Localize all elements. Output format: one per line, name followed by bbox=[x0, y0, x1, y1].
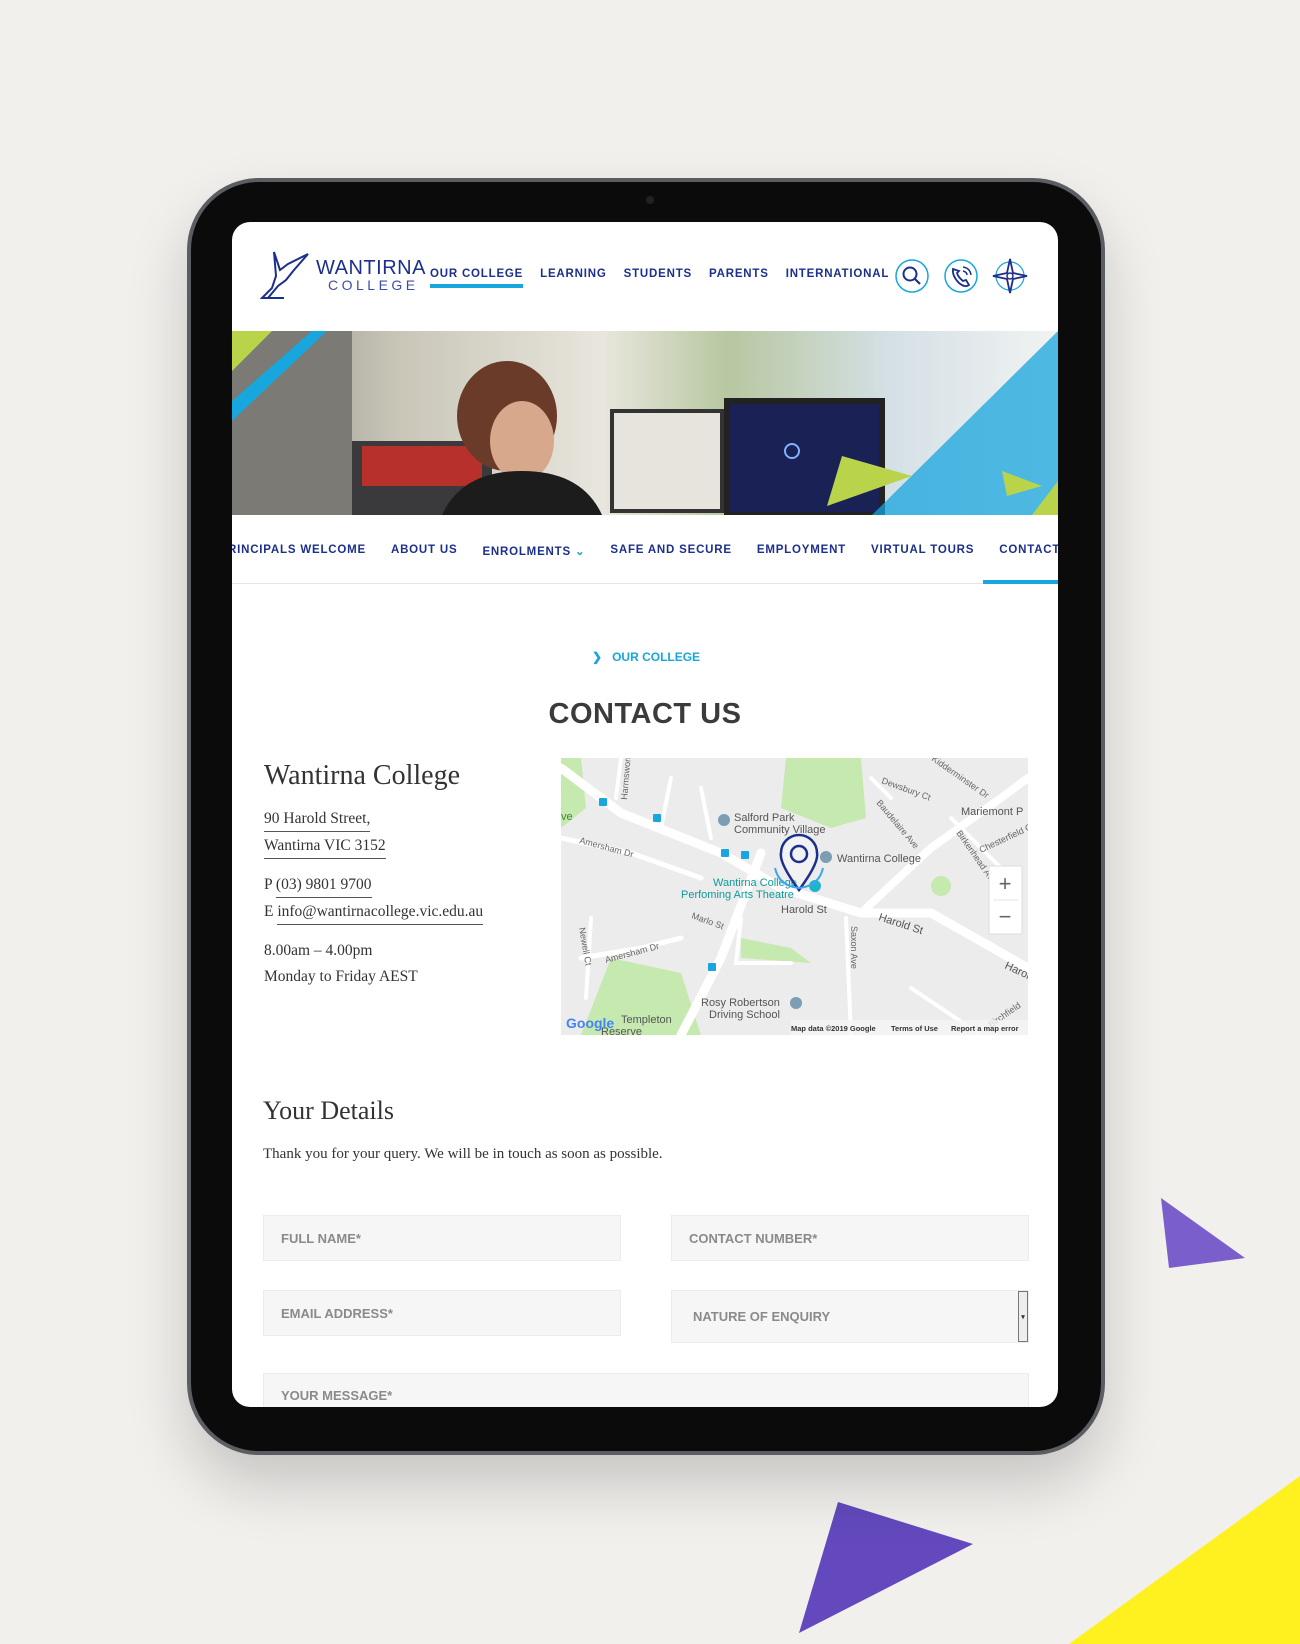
form-heading: Your Details bbox=[263, 1096, 394, 1125]
hero-image bbox=[232, 331, 1058, 515]
map-label-mariemont: Mariemont P bbox=[961, 806, 1023, 818]
location-marker-icon bbox=[774, 833, 824, 893]
dropdown-arrow-icon[interactable]: ▾ bbox=[1018, 1291, 1028, 1342]
your-details-section: Your Details Thank you for your query. W… bbox=[263, 1096, 663, 1163]
hero-photo-illustration bbox=[232, 331, 1058, 515]
nav-parents[interactable]: PARENTS bbox=[709, 268, 769, 288]
office-days: Monday to Friday AEST bbox=[264, 968, 418, 985]
map-label-college: Wantirna College bbox=[837, 853, 921, 865]
nav-learning[interactable]: LEARNING bbox=[540, 268, 606, 288]
email-link[interactable]: info@wantirnacollege.vic.edu.au bbox=[277, 903, 484, 925]
map-label-rosy2: Driving School bbox=[709, 1009, 780, 1021]
google-logo: Google bbox=[566, 1015, 614, 1031]
map-label-baudelaire: Baudelaire Ave bbox=[874, 798, 920, 851]
map-canvas[interactable]: Amersham Dr Amersham Dr Marlo St Saxon A… bbox=[561, 758, 1028, 1035]
map-label-salford1: Salford Park bbox=[734, 812, 795, 824]
purple-triangle-large bbox=[799, 1502, 973, 1633]
subnav-contact-us[interactable]: CONTACT U bbox=[999, 544, 1058, 558]
site-header: WANTIRNA COLLEGE OUR COLLEGE LEARNING ST… bbox=[232, 222, 1058, 331]
map-terms-link[interactable]: Terms of Use bbox=[891, 1024, 938, 1033]
form-intro: Thank you for your query. We will be in … bbox=[263, 1146, 663, 1162]
map-label-templeton1: Templeton bbox=[621, 1014, 672, 1026]
message-textarea[interactable]: YOUR MESSAGE* bbox=[263, 1373, 1029, 1407]
nav-students[interactable]: STUDENTS bbox=[624, 268, 692, 288]
subnav-virtual-tours[interactable]: VIRTUAL TOURS bbox=[871, 544, 974, 558]
purple-triangle-small bbox=[1161, 1198, 1245, 1268]
nav-international[interactable]: INTERNATIONAL bbox=[786, 268, 889, 288]
address-line2[interactable]: Wantirna VIC 3152 bbox=[264, 837, 386, 859]
college-name: Wantirna College bbox=[264, 760, 461, 791]
compass-icon[interactable] bbox=[992, 258, 1028, 294]
contact-number-input[interactable]: CONTACT NUMBER* bbox=[671, 1215, 1029, 1261]
zoom-controls: + − bbox=[988, 865, 1023, 935]
contact-info: Wantirna College 90 Harold Street, Wanti… bbox=[264, 760, 484, 994]
subnav-enrolments-label: ENROLMENTS bbox=[482, 546, 571, 558]
chevron-down-icon: ⌄ bbox=[574, 546, 586, 558]
enquiry-selected-value: NATURE OF ENQUIRY bbox=[693, 1309, 831, 1324]
phone-link[interactable]: (03) 9801 9700 bbox=[275, 876, 372, 898]
email-input[interactable]: EMAIL ADDRESS* bbox=[263, 1290, 621, 1336]
subnav-employment[interactable]: EMPLOYMENT bbox=[757, 544, 846, 558]
section-subnav: RINCIPALS WELCOME ABOUT US ENROLMENTS ⌄ … bbox=[232, 515, 1058, 584]
zoom-in-button[interactable]: + bbox=[999, 871, 1012, 896]
yellow-triangle bbox=[1069, 1476, 1300, 1644]
subnav-safe-and-secure[interactable]: SAFE AND SECURE bbox=[610, 544, 731, 558]
camera bbox=[646, 196, 654, 204]
enquiry-select[interactable]: NATURE OF ENQUIRY ▾ bbox=[671, 1290, 1029, 1343]
search-icon[interactable] bbox=[894, 258, 930, 294]
subnav-enrolments[interactable]: ENROLMENTS ⌄ bbox=[482, 544, 585, 558]
map-label-amersham1: Amersham Dr bbox=[578, 835, 634, 859]
page-title: CONTACT US bbox=[548, 698, 742, 730]
chevron-right-icon: ❯ bbox=[592, 650, 603, 664]
map-label-dewsbury: Dewsbury Ct bbox=[880, 775, 932, 802]
map-label-chesterfield: Chesterfield C bbox=[978, 821, 1028, 854]
address-line1[interactable]: 90 Harold Street, bbox=[264, 810, 371, 832]
header-icons bbox=[894, 258, 1028, 294]
map-label-kidderminster: Kidderminster Dr bbox=[930, 758, 991, 800]
phone-prefix: P bbox=[264, 876, 273, 893]
tablet-screen: WANTIRNA COLLEGE OUR COLLEGE LEARNING ST… bbox=[232, 222, 1058, 1407]
google-map[interactable]: Amersham Dr Amersham Dr Marlo St Saxon A… bbox=[561, 758, 1028, 1035]
college-logo[interactable]: WANTIRNA COLLEGE bbox=[260, 250, 426, 300]
zoom-out-button[interactable]: − bbox=[999, 904, 1012, 929]
map-label-harold1: Harold St bbox=[781, 904, 827, 916]
phone-icon[interactable] bbox=[943, 258, 979, 294]
office-hours: 8.00am – 4.00pm bbox=[264, 942, 373, 959]
breadcrumb: ❯ OUR COLLEGE bbox=[592, 650, 700, 664]
map-attribution: Map data ©2019 Google bbox=[791, 1024, 876, 1033]
map-label-marlo: Marlo St bbox=[690, 910, 725, 931]
map-label-theatre2: Perfoming Arts Theatre bbox=[681, 889, 794, 901]
nav-our-college[interactable]: OUR COLLEGE bbox=[430, 268, 524, 288]
logo-line2: COLLEGE bbox=[328, 277, 419, 293]
map-label-ve: ve bbox=[561, 811, 573, 823]
active-underline bbox=[983, 580, 1058, 584]
map-label-rosy1: Rosy Robertson bbox=[701, 997, 780, 1009]
bird-logo-icon bbox=[260, 251, 309, 299]
map-label-amersham2: Amersham Dr bbox=[604, 941, 660, 965]
subnav-about-us[interactable]: ABOUT US bbox=[391, 544, 457, 558]
subnav-principals-welcome[interactable]: RINCIPALS WELCOME bbox=[232, 544, 366, 558]
email-prefix: E bbox=[264, 903, 274, 920]
map-report-link[interactable]: Report a map error bbox=[951, 1024, 1019, 1033]
map-label-saxon: Saxon Ave bbox=[849, 926, 859, 969]
main-nav: OUR COLLEGE LEARNING STUDENTS PARENTS IN… bbox=[430, 268, 889, 288]
full-name-input[interactable]: FULL NAME* bbox=[263, 1215, 621, 1261]
map-label-salford2: Community Village bbox=[734, 824, 826, 836]
breadcrumb-our-college[interactable]: OUR COLLEGE bbox=[612, 650, 700, 664]
logo-line1: WANTIRNA bbox=[316, 257, 426, 279]
